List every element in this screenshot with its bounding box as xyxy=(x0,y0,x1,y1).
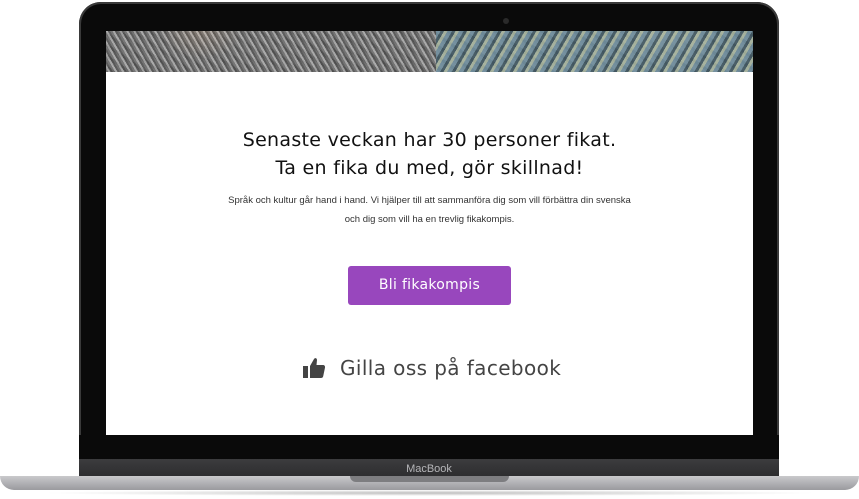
screen-bezel-bottom xyxy=(79,435,779,459)
screen: Senaste veckan har 30 personer fikat. Ta… xyxy=(106,31,753,435)
thumbs-up-icon xyxy=(303,358,326,378)
headline-line-1: Senaste veckan har 30 personer fikat. xyxy=(242,129,617,151)
intro-text: Språk och kultur går hand i hand. Vi hjä… xyxy=(106,191,753,229)
headline-line-2: Ta en fika du med, gör skillnad! xyxy=(275,157,584,179)
facebook-like-label: Gilla oss på facebook xyxy=(340,356,562,380)
facebook-like-link[interactable]: Gilla oss på facebook xyxy=(302,353,561,383)
headline: Senaste veckan har 30 personer fikat. Ta… xyxy=(106,126,753,182)
intro-line-2: och dig som vill ha en trevlig fikakompi… xyxy=(344,214,515,225)
intro-line-1: Språk och kultur går hand i hand. Vi hjä… xyxy=(228,195,631,206)
laptop-shadow xyxy=(40,490,820,496)
camera-dot xyxy=(503,18,509,24)
hero-photo xyxy=(106,31,753,72)
become-fika-buddy-button[interactable]: Bli fikakompis xyxy=(348,266,511,305)
laptop-notch xyxy=(350,476,509,482)
